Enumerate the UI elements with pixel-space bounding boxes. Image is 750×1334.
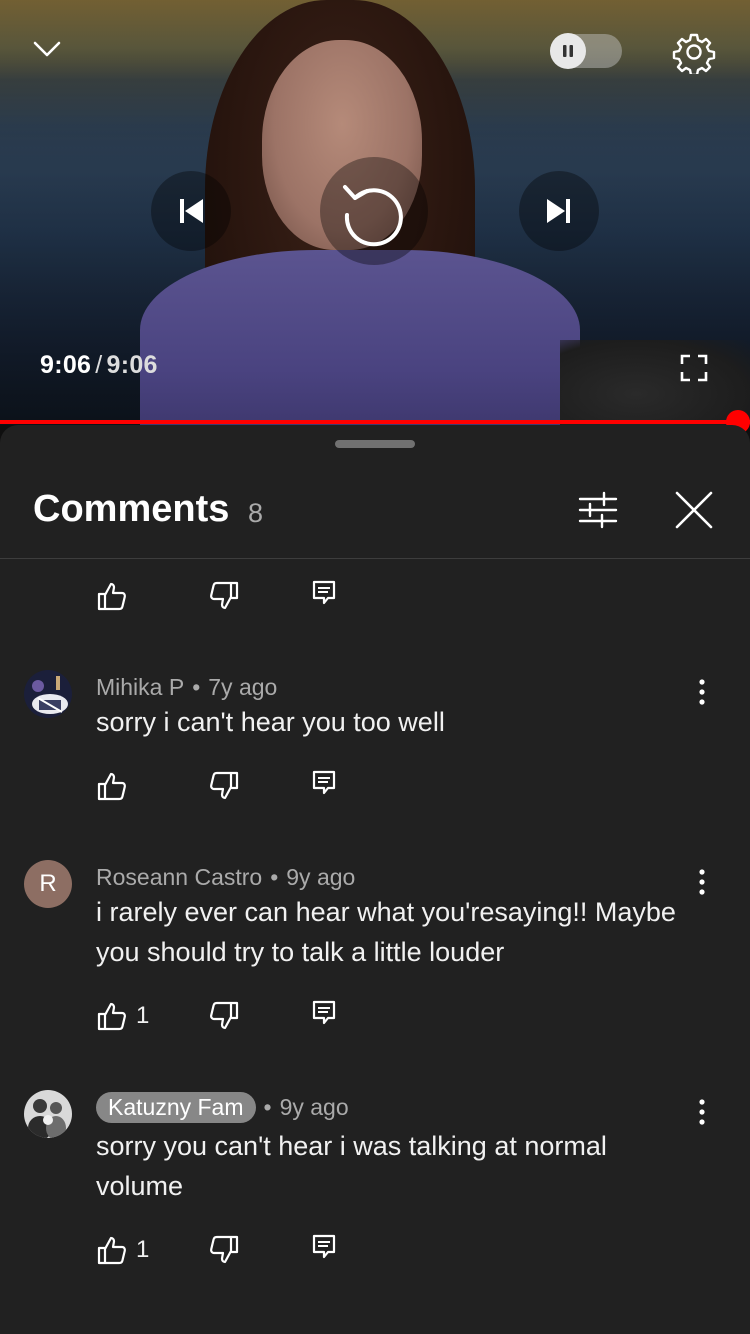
header-divider — [0, 558, 750, 559]
reply-icon — [312, 1000, 336, 1025]
thumbs-down-icon — [210, 581, 239, 610]
like-button[interactable] — [96, 770, 136, 802]
gear-icon[interactable] — [672, 30, 716, 77]
duration: 9:06 — [106, 351, 158, 379]
meta-separator: • — [263, 1093, 272, 1120]
avatar[interactable] — [24, 1090, 72, 1138]
previous-button[interactable] — [151, 171, 231, 251]
comments-count: 8 — [248, 498, 264, 528]
thumbs-down-icon — [210, 1235, 239, 1264]
dislike-button[interactable] — [208, 1234, 240, 1266]
thumbs-up-icon — [97, 582, 126, 611]
comment-author[interactable]: Katuzny Fam — [96, 1091, 256, 1123]
video-frame-rocks — [560, 340, 750, 425]
more-options-icon[interactable] — [690, 1092, 714, 1132]
thumbs-down-icon — [210, 1001, 239, 1030]
comment-time: 9y ago — [279, 1093, 349, 1120]
comment-actions: 1 — [96, 1234, 396, 1274]
skip-next-icon — [547, 199, 570, 223]
video-frame-person-body — [140, 250, 580, 425]
reply-icon — [312, 580, 336, 605]
comment-actions — [96, 580, 396, 620]
comment-author[interactable]: Roseann Castro — [96, 864, 262, 891]
dislike-button[interactable] — [208, 770, 240, 802]
current-time: 9:06 — [40, 351, 92, 379]
like-count: 1 — [136, 1236, 150, 1263]
avatar[interactable]: R — [24, 860, 72, 908]
avatar[interactable] — [24, 670, 72, 718]
comment-meta: Katuzny Fam • 9y ago — [96, 1090, 349, 1124]
comments-panel: Comments 8 Mihika P • 7y ago sorry i can… — [0, 425, 750, 1334]
video-player[interactable]: 9:06/9:06 — [0, 0, 750, 425]
chevron-down-icon[interactable] — [30, 34, 64, 64]
like-button[interactable] — [96, 580, 128, 612]
reply-icon — [312, 1234, 336, 1259]
comment-actions — [96, 770, 396, 810]
reply-button[interactable] — [312, 770, 336, 796]
replay-icon — [343, 185, 403, 247]
thumbs-up-icon — [97, 1002, 126, 1031]
like-button[interactable]: 1 — [96, 1234, 149, 1266]
time-separator: / — [95, 351, 103, 379]
comment-text: i rarely ever can hear what you'resaying… — [96, 897, 676, 967]
thumbs-up-icon — [97, 1236, 126, 1265]
dislike-button[interactable] — [208, 580, 240, 612]
more-options-icon[interactable] — [690, 862, 714, 902]
comment-text: sorry i can't hear you too well — [96, 707, 445, 737]
replay-button[interactable] — [320, 157, 428, 265]
reply-icon — [312, 770, 336, 795]
time-display: 9:06/9:06 — [40, 351, 158, 380]
dislike-button[interactable] — [208, 1000, 240, 1032]
comment-author[interactable]: Mihika P — [96, 674, 184, 701]
thumbs-down-icon — [210, 771, 239, 800]
like-count: 1 — [136, 1002, 150, 1029]
fullscreen-icon[interactable] — [680, 354, 708, 382]
like-button[interactable]: 1 — [96, 1000, 149, 1032]
comment-actions: 1 — [96, 1000, 396, 1040]
sliders-icon[interactable] — [578, 490, 618, 530]
close-icon[interactable] — [674, 490, 714, 530]
reply-button[interactable] — [312, 1234, 336, 1260]
autoplay-toggle[interactable] — [550, 33, 622, 69]
next-button[interactable] — [519, 171, 599, 251]
comment-text: sorry you can't hear i was talking at no… — [96, 1131, 607, 1201]
comment-time: 7y ago — [208, 673, 278, 700]
reply-button[interactable] — [312, 1000, 336, 1026]
progress-bar[interactable] — [0, 420, 750, 424]
meta-separator: • — [270, 863, 279, 890]
thumbs-up-icon — [97, 772, 126, 801]
drag-handle[interactable] — [335, 440, 415, 448]
progress-fill — [0, 420, 750, 424]
comments-title: Comments — [33, 488, 230, 530]
comment-meta: Mihika P • 7y ago — [96, 670, 277, 704]
pause-icon — [550, 33, 586, 69]
skip-previous-icon — [180, 199, 203, 223]
comment-time: 9y ago — [286, 863, 356, 890]
comment-meta: Roseann Castro • 9y ago — [96, 860, 355, 894]
reply-button[interactable] — [312, 580, 336, 606]
meta-separator: • — [192, 673, 201, 700]
more-options-icon[interactable] — [690, 672, 714, 712]
